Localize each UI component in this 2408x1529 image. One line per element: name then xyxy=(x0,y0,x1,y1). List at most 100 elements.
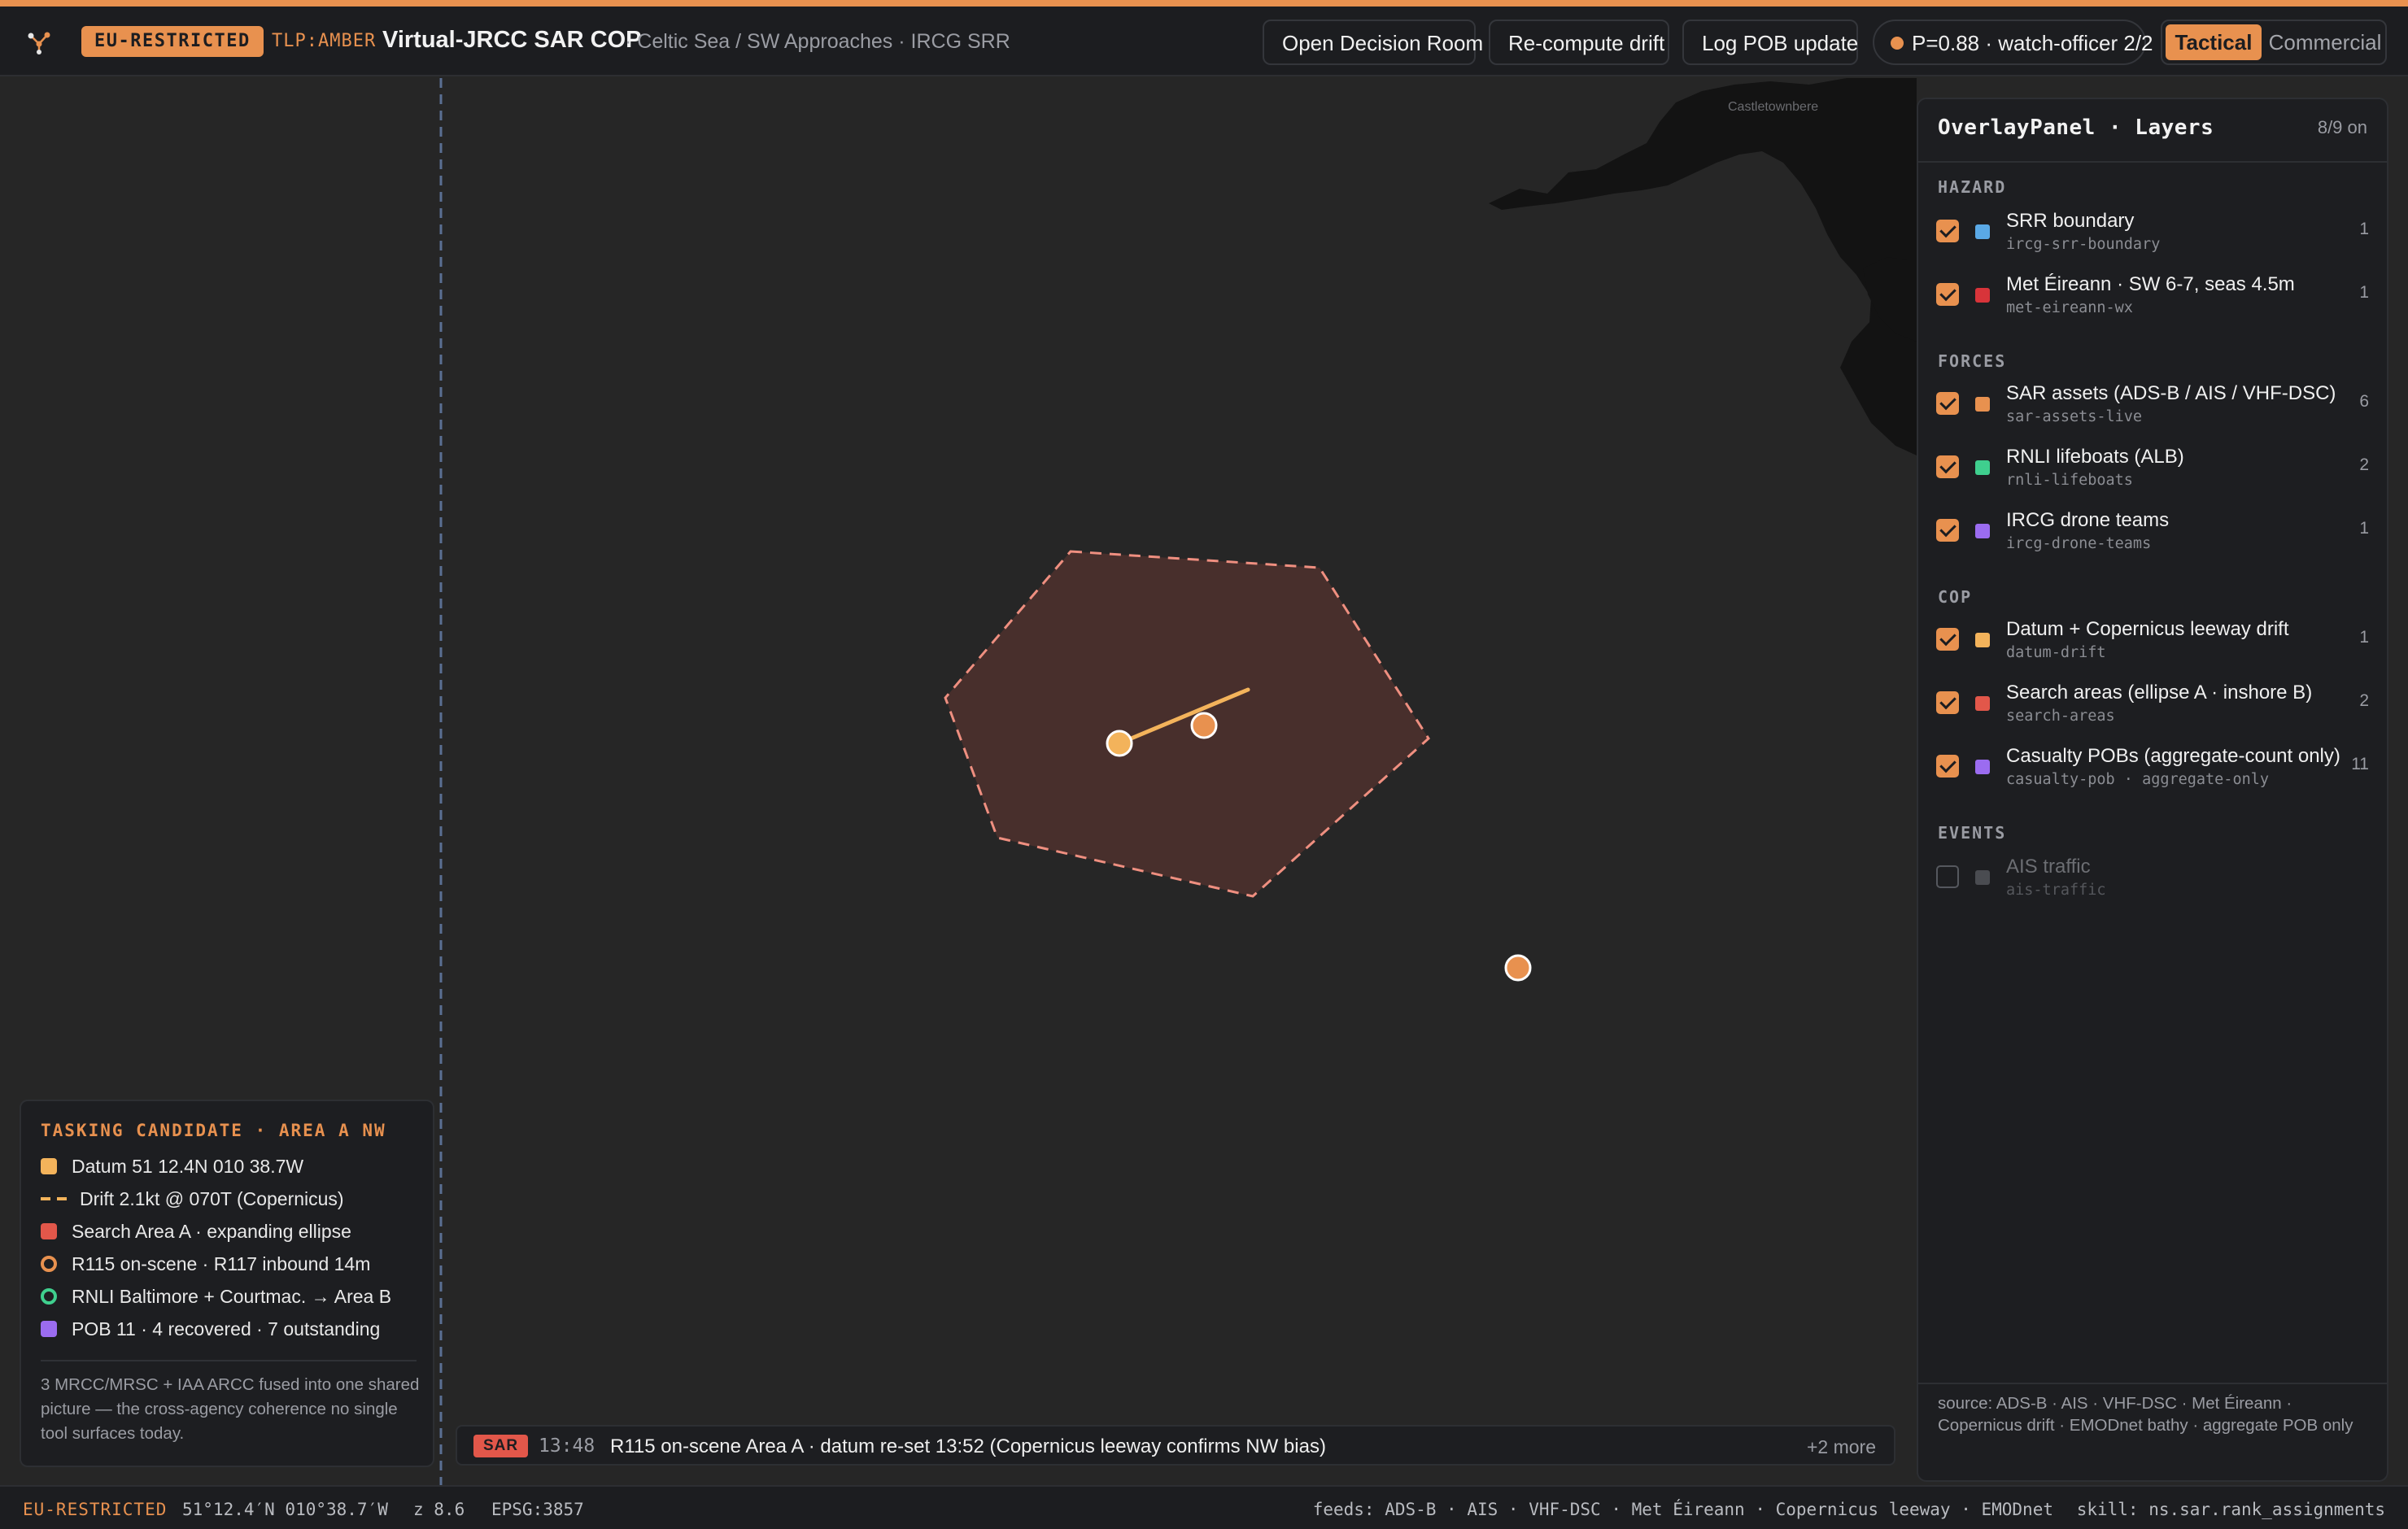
layer-checkbox[interactable] xyxy=(1936,283,1959,306)
layer-id: rnli-lifeboats xyxy=(2006,472,2133,489)
recompute-drift-button[interactable]: Re-compute drift xyxy=(1489,20,1669,65)
layer-checkbox[interactable] xyxy=(1936,628,1959,651)
layer-id: casualty-pob · aggregate-only xyxy=(2006,771,2270,788)
group-label-hazard: HAZARD xyxy=(1938,177,2007,197)
layer-count: 1 xyxy=(2359,283,2369,302)
legend-item-label: Search Area A · expanding ellipse xyxy=(72,1221,351,1242)
layer-checkbox[interactable] xyxy=(1936,455,1959,478)
layer-id: met-eireann-wx xyxy=(2006,299,2133,316)
bottom-status-bar: EU-RESTRICTED 51°12.4′N 010°38.7′W z 8.6… xyxy=(0,1485,2408,1529)
open-decision-room-button[interactable]: Open Decision Room xyxy=(1263,20,1483,65)
mode-tactical-button[interactable]: Tactical xyxy=(2166,24,2262,60)
divider xyxy=(41,1360,417,1361)
divider xyxy=(1918,1383,2387,1384)
legend-item-label: POB 11 · 4 recovered · 7 outstanding xyxy=(72,1318,381,1340)
layer-id: search-areas xyxy=(2006,708,2115,725)
layer-row-datum-drift[interactable]: Datum + Copernicus leeway drift datum-dr… xyxy=(1918,616,2387,670)
event-time: 13:48 xyxy=(539,1435,595,1457)
layer-id: sar-assets-live xyxy=(2006,408,2143,425)
log-pob-update-button[interactable]: Log POB update xyxy=(1682,20,1858,65)
event-ticker[interactable]: SAR 13:48 R115 on-scene Area A · datum r… xyxy=(456,1425,1895,1466)
layer-color-swatch xyxy=(1975,224,1990,239)
zoom-level: z 8.6 xyxy=(413,1500,465,1519)
map-canvas[interactable]: Castletownbere TASKING CANDIDATE · AREA … xyxy=(0,78,2408,1485)
layer-name: RNLI lifeboats (ALB) xyxy=(2006,446,2184,468)
watch-status-pill[interactable]: P=0.88 · watch-officer 2/2 xyxy=(1873,20,2153,65)
layer-count: 1 xyxy=(2359,220,2369,238)
datum-marker[interactable] xyxy=(1106,730,1133,757)
layer-name: SRR boundary xyxy=(2006,210,2135,232)
mode-commercial-button[interactable]: Commercial xyxy=(2268,21,2382,63)
layer-id: datum-drift xyxy=(2006,644,2106,661)
layer-color-swatch xyxy=(1975,633,1990,647)
pob-swatch-icon xyxy=(41,1321,57,1337)
restriction-badge: EU-RESTRICTED xyxy=(81,26,264,57)
layer-count: 1 xyxy=(2359,628,2369,647)
layer-name: IRCG drone teams xyxy=(2006,509,2170,531)
status-restriction: EU-RESTRICTED xyxy=(23,1500,168,1519)
drift-dash-icon xyxy=(41,1197,68,1200)
more-events-link[interactable]: +2 more xyxy=(1807,1436,1876,1458)
layer-row-search-areas[interactable]: Search areas (ellipse A · inshore B) sea… xyxy=(1918,680,2387,734)
group-label-forces: FORCES xyxy=(1938,351,2007,371)
group-label-events: EVENTS xyxy=(1938,823,2007,843)
layer-name: Met Éireann · SW 6-7, seas 4.5m xyxy=(2006,273,2295,295)
sar-asset-r117-marker[interactable] xyxy=(1504,954,1532,982)
group-label-cop: COP xyxy=(1938,587,1973,607)
layer-color-swatch xyxy=(1975,288,1990,303)
datum-swatch-icon xyxy=(41,1158,57,1174)
graph-logo-icon[interactable] xyxy=(24,28,54,57)
feeds-list: feeds: ADS-B · AIS · VHF-DSC · Met Éirea… xyxy=(1312,1500,2053,1519)
layer-row-drone-teams[interactable]: IRCG drone teams ircg-drone-teams 1 xyxy=(1918,507,2387,561)
layer-row-srr-boundary[interactable]: SRR boundary ircg-srr-boundary 1 xyxy=(1918,208,2387,262)
legend-item-label: Drift 2.1kt @ 070T (Copernicus) xyxy=(80,1188,344,1209)
tlp-label: TLP:AMBER xyxy=(272,31,377,51)
legend-item-label: Datum 51 12.4N 010 38.7W xyxy=(72,1156,304,1177)
search-area-a[interactable] xyxy=(944,550,1430,898)
top-accent-bar xyxy=(0,0,2408,7)
mode-toggle: Tactical Commercial xyxy=(2161,20,2387,65)
cursor-coordinates: 51°12.4′N 010°38.7′W xyxy=(182,1500,388,1519)
watch-status-text: P=0.88 · watch-officer 2/2 xyxy=(1912,31,2153,55)
tasking-note: 3 MRCC/MRSC + IAA ARCC fused into one sh… xyxy=(41,1375,420,1443)
layer-count: 2 xyxy=(2359,691,2369,710)
layer-checkbox[interactable] xyxy=(1936,392,1959,415)
layer-name: Casualty POBs (aggregate-count only) xyxy=(2006,745,2340,767)
layer-count: 2 xyxy=(2359,455,2369,474)
layer-name: Datum + Copernicus leeway drift xyxy=(2006,618,2289,640)
status-dot-icon xyxy=(1891,37,1904,50)
layer-count: 11 xyxy=(2351,755,2369,773)
layer-row-ais-traffic[interactable]: AIS traffic ais-traffic xyxy=(1918,854,2387,908)
layer-name: SAR assets (ADS-B / AIS / VHF-DSC) xyxy=(2006,382,2336,404)
place-label-castletownbere: Castletownbere xyxy=(1728,100,1818,114)
layer-row-met-eireann[interactable]: Met Éireann · SW 6-7, seas 4.5m met-eire… xyxy=(1918,272,2387,325)
layer-row-sar-assets[interactable]: SAR assets (ADS-B / AIS / VHF-DSC) sar-a… xyxy=(1918,381,2387,434)
layer-color-swatch xyxy=(1975,397,1990,412)
layer-color-swatch xyxy=(1975,524,1990,538)
layer-color-swatch xyxy=(1975,696,1990,711)
legend-item-label: R115 on-scene · R117 inbound 14m xyxy=(72,1253,371,1274)
layer-checkbox[interactable] xyxy=(1936,865,1959,888)
active-skill: skill: ns.sar.rank_assignments xyxy=(2076,1500,2385,1519)
layer-color-swatch xyxy=(1975,870,1990,885)
layer-id: ircg-srr-boundary xyxy=(2006,236,2161,253)
layer-checkbox[interactable] xyxy=(1936,519,1959,542)
layer-row-rnli-lifeboats[interactable]: RNLI lifeboats (ALB) rnli-lifeboats 2 xyxy=(1918,444,2387,498)
region-subtitle: · Celtic Sea / SW Approaches · IRCG SRR xyxy=(625,30,1010,53)
layer-row-casualty-pob[interactable]: Casualty POBs (aggregate-count only) cas… xyxy=(1918,743,2387,797)
layer-id: ais-traffic xyxy=(2006,882,2106,899)
layer-id: ircg-drone-teams xyxy=(2006,535,2152,552)
app-title: Virtual-JRCC SAR COP xyxy=(382,27,642,53)
tasking-candidate-card: TASKING CANDIDATE · AREA A NW Datum 51 1… xyxy=(20,1100,434,1467)
layer-checkbox[interactable] xyxy=(1936,755,1959,778)
layer-checkbox[interactable] xyxy=(1936,691,1959,714)
coastline-land xyxy=(1489,78,1917,455)
layer-name: Search areas (ellipse A · inshore B) xyxy=(2006,682,2313,704)
asset-ring-icon xyxy=(41,1256,57,1272)
layer-checkbox[interactable] xyxy=(1936,220,1959,242)
projection-label: EPSG:3857 xyxy=(491,1500,584,1519)
event-text: R115 on-scene Area A · datum re-set 13:5… xyxy=(610,1435,1326,1457)
overlay-panel-title: OverlayPanel · Layers xyxy=(1938,115,2214,140)
sar-asset-r115-marker[interactable] xyxy=(1190,712,1218,739)
lifeboat-ring-icon xyxy=(41,1288,57,1305)
